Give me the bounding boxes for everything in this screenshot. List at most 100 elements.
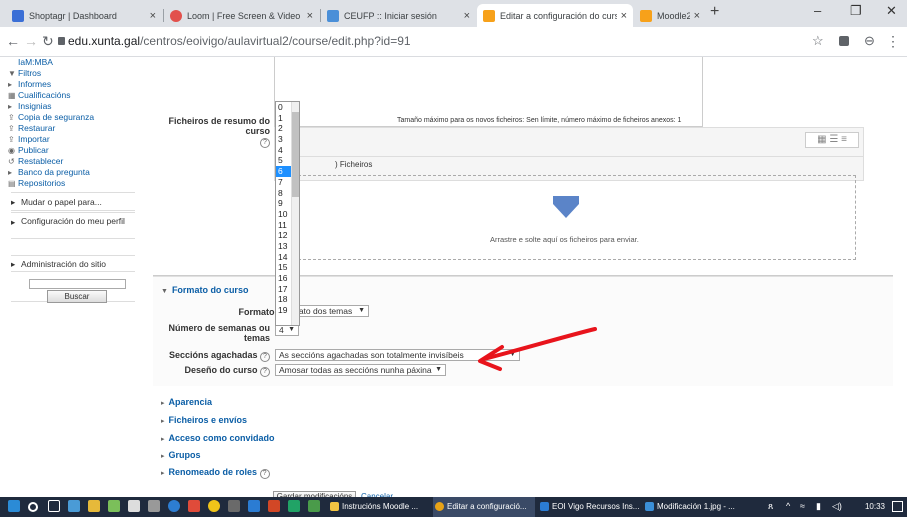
app-icon[interactable]: [228, 500, 240, 512]
course-layout-select[interactable]: Amosar todas as seccións nunha páxina ▼: [275, 364, 446, 376]
windows-taskbar: Instrucións Moodle ... Editar a configur…: [0, 497, 907, 517]
scrollbar-thumb[interactable]: [292, 112, 299, 197]
forward-icon[interactable]: →: [24, 33, 38, 49]
sidebar-item-banco[interactable]: ▸ Banco da pregunta: [8, 167, 90, 177]
format-label: Formato ?: [177, 307, 287, 319]
excel-icon[interactable]: [288, 500, 300, 512]
red-annotation-arrow: [478, 327, 597, 371]
sidebar-item-insignias[interactable]: ▸ Insignias: [8, 101, 52, 111]
taskbar-task-instrucions[interactable]: Instrucións Moodle ...: [328, 497, 430, 517]
taskbar-task-editar[interactable]: Editar a configuració...: [433, 497, 535, 517]
shoptagr-favicon-icon: [12, 9, 24, 22]
triangle-icon: ▸: [8, 168, 13, 177]
course-settings-form: Ficheiros de resumo do curso? Tamaño máx…: [147, 57, 907, 503]
tab-loom[interactable]: Loom | Free Screen & Video Re ×: [164, 4, 319, 27]
sidebar-item-publicar[interactable]: ◉ Publicar: [8, 145, 49, 155]
sidebar-item-restablecer[interactable]: ↺ Restablecer: [8, 156, 63, 166]
sidebar-item-importar[interactable]: ⇪ Importar: [8, 134, 50, 144]
back-icon[interactable]: ←: [6, 33, 20, 49]
minimize-icon[interactable]: –: [814, 3, 821, 18]
bookmark-star-icon[interactable]: ☆: [812, 33, 824, 49]
section-aparencia[interactable]: ▸ Aparencia: [161, 397, 212, 407]
app-icon[interactable]: [248, 500, 260, 512]
sidebar-item-cualificacions[interactable]: ▦ Cualificacións: [8, 90, 70, 100]
maximize-icon[interactable]: ❐: [850, 3, 862, 19]
notifications-icon[interactable]: [892, 501, 903, 512]
section-renomeado-roles[interactable]: ▸ Renomeado de roles ?: [161, 467, 270, 479]
triangle-icon: ▸: [11, 259, 16, 269]
section-grupos[interactable]: ▸ Grupos: [161, 450, 201, 460]
task-view-icon[interactable]: [48, 500, 60, 512]
search-input[interactable]: [29, 279, 126, 289]
windows-start-icon[interactable]: [8, 500, 20, 512]
triangle-down-icon: ▼: [161, 288, 168, 295]
sidebar-block-perfil[interactable]: ▸ Configuración do meu perfil: [11, 212, 135, 239]
taskbar-task-modificacion[interactable]: Modificación 1.jpg - ...: [643, 497, 745, 517]
app-icon[interactable]: [108, 500, 120, 512]
sidebar-item-informes[interactable]: ▸ Informes: [8, 79, 51, 89]
tab-shoptagr[interactable]: Shoptagr | Dashboard ×: [6, 4, 162, 27]
url-field[interactable]: edu.xunta.gal/centros/eoivigo/aulavirtua…: [68, 34, 411, 48]
file-manager-toolbar: ▦ ☰ ≡ ) Ficheiros: [274, 127, 864, 181]
tab-ceufp[interactable]: CEUFP :: Iniciar sesión ×: [321, 4, 476, 27]
sidebar-item-restaurar[interactable]: ⇪ Restaurar: [8, 123, 55, 133]
help-icon[interactable]: ?: [259, 469, 270, 479]
volume-icon[interactable]: ◁): [832, 501, 842, 512]
edge-icon[interactable]: [168, 500, 180, 512]
close-window-icon[interactable]: ✕: [886, 3, 897, 19]
help-icon[interactable]: ?: [260, 138, 270, 148]
view-mode-icons[interactable]: ▦ ☰ ≡: [805, 132, 859, 148]
sidebar-item-course[interactable]: IaM:MBA: [18, 57, 53, 67]
repo-icon: ▤: [8, 179, 16, 188]
profile-icon[interactable]: ⊖: [864, 33, 875, 49]
ceufp-favicon-icon: [327, 9, 339, 22]
wifi-icon[interactable]: ≈: [800, 501, 805, 511]
battery-icon[interactable]: ▮: [816, 501, 821, 512]
triangle-icon: ▸: [161, 400, 165, 407]
file-drop-zone[interactable]: Arrastre e solte aquí os ficheiros para …: [278, 175, 856, 260]
new-tab-button[interactable]: +: [710, 3, 719, 21]
people-icon[interactable]: ጸ: [768, 501, 773, 512]
triangle-icon: ▸: [161, 436, 165, 443]
search-icon[interactable]: [28, 502, 38, 512]
app-icon[interactable]: [68, 500, 80, 512]
sidebar-block-mudar[interactable]: ▸ Mudar o papel para...: [11, 192, 135, 211]
course-layout-label: Deseño do curso ?: [153, 365, 270, 377]
app-icon[interactable]: [188, 500, 200, 512]
reload-icon[interactable]: ↻: [42, 33, 54, 50]
chrome-icon[interactable]: [208, 500, 220, 512]
close-tab-icon[interactable]: ×: [694, 10, 700, 22]
app-icon[interactable]: [148, 500, 160, 512]
dropdown-scrollbar[interactable]: [291, 102, 299, 325]
weeks-dropdown-list[interactable]: 0 1 2 3 4 5 6 7 8 9 10 11 12 13 14 15 16 17 18 19: [275, 101, 300, 326]
section-ficheiros[interactable]: ▸ Ficheiros e envíos: [161, 415, 247, 425]
close-tab-icon[interactable]: ×: [464, 10, 470, 22]
sidebar-item-filtros[interactable]: ▼ Filtros: [8, 68, 41, 78]
tab-editar-configuracion[interactable]: Editar a configuración do curs ×: [477, 4, 633, 27]
help-icon[interactable]: ?: [260, 367, 270, 377]
taskbar-clock[interactable]: 10:33: [865, 497, 885, 517]
extension-icon[interactable]: [839, 36, 849, 46]
menu-icon[interactable]: ⋮: [886, 33, 900, 50]
tab-moodle26profes[interactable]: Moodle26Profes: 2.5. Como cr ×: [634, 4, 706, 27]
moodle-favicon-icon: [640, 9, 652, 22]
search-button[interactable]: Buscar: [47, 290, 107, 303]
browser-tab-strip: Shoptagr | Dashboard × Loom | Free Scree…: [0, 0, 907, 27]
taskbar-task-eoi[interactable]: EOI Vigo Recursos Ins...: [538, 497, 640, 517]
import-icon: ⇪: [8, 135, 15, 144]
section-acceso-convidado[interactable]: ▸ Acceso como convidado: [161, 433, 275, 443]
app-icon[interactable]: [88, 500, 100, 512]
sidebar-block-admin[interactable]: ▸ Administración do sitio: [11, 255, 135, 272]
course-format-header[interactable]: ▼ Formato do curso: [161, 285, 248, 295]
close-tab-icon[interactable]: ×: [621, 10, 627, 22]
help-icon[interactable]: ?: [260, 352, 270, 362]
lock-icon: [58, 37, 65, 45]
app-icon[interactable]: [128, 500, 140, 512]
sidebar-item-copia[interactable]: ⇪ Copia de seguranza: [8, 112, 94, 122]
close-tab-icon[interactable]: ×: [150, 10, 156, 22]
close-tab-icon[interactable]: ×: [307, 10, 313, 22]
powerpoint-icon[interactable]: [268, 500, 280, 512]
tray-chevron-icon[interactable]: ^: [786, 501, 790, 511]
app-icon[interactable]: [308, 500, 320, 512]
sidebar-item-repositorios[interactable]: ▤ Repositorios: [8, 178, 65, 188]
